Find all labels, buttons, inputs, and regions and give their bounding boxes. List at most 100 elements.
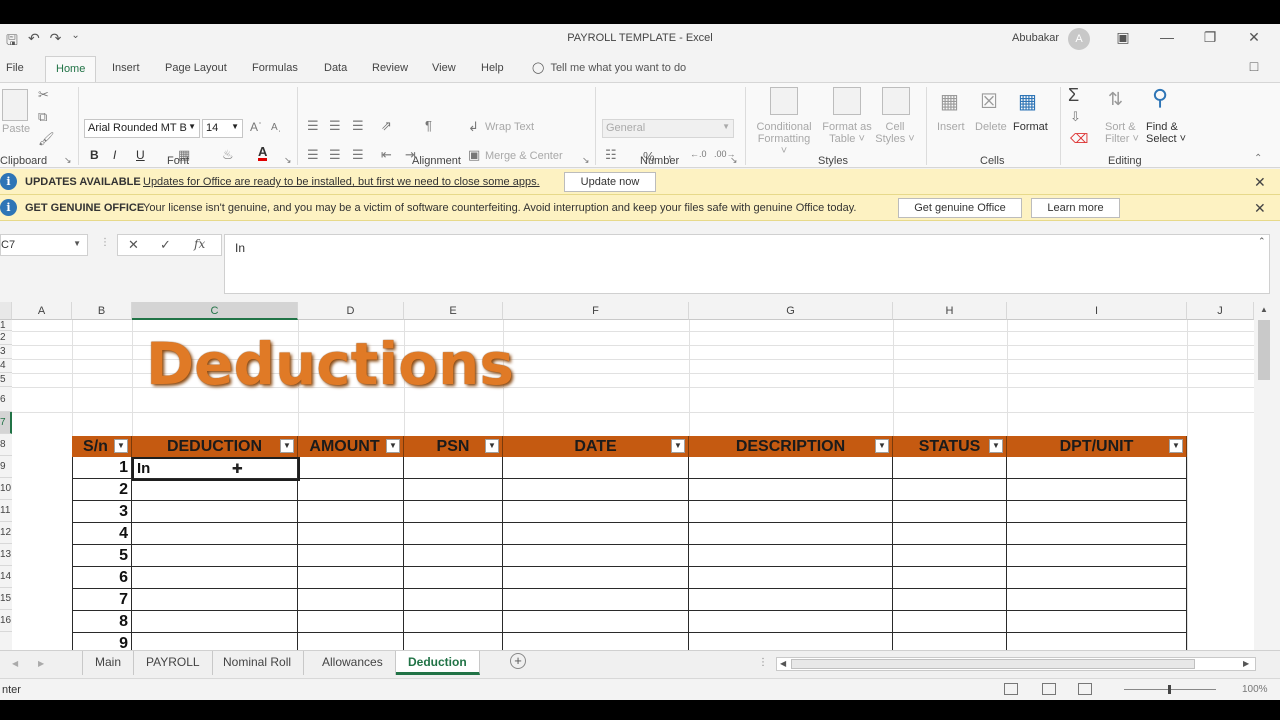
text-direction-icon[interactable]: ¶ (425, 118, 432, 133)
fill-color-icon[interactable]: ♨ (222, 147, 234, 163)
user-name[interactable]: Abubakar (1012, 32, 1059, 44)
row-header-6[interactable]: 6 (0, 387, 12, 412)
close-icon[interactable]: ✕ (1254, 200, 1266, 217)
vertical-scrollbar[interactable]: ▲ ▼ (1256, 302, 1272, 676)
table-cell[interactable] (132, 633, 298, 650)
table-cell[interactable] (893, 545, 1007, 567)
row-header-4[interactable]: 4 (0, 359, 12, 373)
table-cell[interactable] (503, 457, 689, 479)
row-header-14[interactable]: 14 (0, 566, 12, 588)
row-header-1[interactable]: 1 (0, 320, 12, 331)
table-cell[interactable] (132, 589, 298, 611)
row-header-15[interactable]: 15 (0, 588, 12, 610)
row-header-8[interactable]: 8 (0, 434, 12, 456)
tab-insert[interactable]: Insert (112, 62, 140, 74)
table-cell[interactable] (404, 633, 503, 650)
insert-function-icon[interactable]: fx (194, 237, 205, 251)
serial-cell[interactable]: 4 (72, 523, 132, 545)
table-cell[interactable] (1007, 545, 1187, 567)
column-header-b[interactable]: B (72, 302, 132, 320)
header-status[interactable]: STATUS ▼ (893, 436, 1007, 457)
autosum-icon[interactable]: Σ (1068, 85, 1079, 106)
row-header-9[interactable]: 9 (0, 456, 12, 478)
clipboard-launcher-icon[interactable]: ↘ (64, 155, 72, 166)
clear-icon[interactable]: ⌫ (1070, 131, 1088, 147)
table-cell[interactable] (893, 611, 1007, 633)
italic-button[interactable]: I (113, 148, 116, 162)
serial-cell[interactable]: 7 (72, 589, 132, 611)
restore-icon[interactable]: ❐ (1200, 29, 1220, 46)
table-cell[interactable] (503, 589, 689, 611)
table-cell[interactable] (893, 523, 1007, 545)
column-header-c[interactable]: C (132, 302, 298, 320)
align-middle-icon[interactable]: ☰ (329, 118, 341, 134)
table-cell[interactable] (404, 523, 503, 545)
table-cell[interactable] (1007, 567, 1187, 589)
table-cell[interactable] (893, 633, 1007, 650)
table-cell[interactable] (689, 611, 893, 633)
number-launcher-icon[interactable]: ↘ (730, 155, 738, 166)
table-cell[interactable] (132, 523, 298, 545)
number-format-select[interactable]: General ▼ (602, 119, 734, 138)
conditional-formatting-button[interactable]: Conditional Formatting ˅ (755, 121, 813, 157)
fill-icon[interactable]: ⇩ (1070, 109, 1081, 125)
name-box[interactable]: C7 ▼ (0, 234, 88, 256)
table-cell[interactable] (132, 479, 298, 501)
filter-dropdown-icon[interactable]: ▼ (989, 439, 1003, 453)
header-psn[interactable]: PSN ▼ (404, 436, 503, 457)
table-cell[interactable] (689, 589, 893, 611)
table-cell[interactable] (689, 457, 893, 479)
filter-dropdown-icon[interactable]: ▼ (114, 439, 128, 453)
tab-review[interactable]: Review (372, 62, 408, 74)
row-header-11[interactable]: 11 (0, 500, 12, 522)
filter-dropdown-icon[interactable]: ▼ (280, 439, 294, 453)
active-cell[interactable]: In ✚ (132, 457, 300, 481)
horizontal-scroll-thumb[interactable] (791, 659, 1195, 669)
table-cell[interactable] (689, 545, 893, 567)
row-header-12[interactable]: 12 (0, 522, 12, 544)
align-right-icon[interactable]: ☰ (352, 147, 364, 163)
page-break-view-icon[interactable] (1078, 683, 1092, 695)
decrease-font-icon[interactable]: Aˌ (271, 122, 281, 133)
orientation-icon[interactable]: ⇗ (381, 118, 392, 134)
underline-button[interactable]: U (136, 148, 145, 162)
tab-splitter-icon[interactable]: ⋮ (758, 657, 768, 668)
tab-formulas[interactable]: Formulas (252, 62, 298, 74)
filter-dropdown-icon[interactable]: ▼ (485, 439, 499, 453)
row-header-13[interactable]: 13 (0, 544, 12, 566)
tell-me-search[interactable]: ◯ Tell me what you want to do (532, 61, 686, 74)
alignment-launcher-icon[interactable]: ↘ (582, 155, 590, 166)
table-cell[interactable] (298, 611, 404, 633)
scroll-left-icon[interactable]: ◀ (780, 659, 786, 668)
table-cell[interactable] (404, 457, 503, 479)
filter-dropdown-icon[interactable]: ▼ (875, 439, 889, 453)
table-cell[interactable] (404, 501, 503, 523)
column-header-f[interactable]: F (503, 302, 689, 320)
updates-text[interactable]: Updates for Office are ready to be insta… (143, 176, 540, 188)
close-icon[interactable]: ✕ (1254, 174, 1266, 191)
table-cell[interactable] (298, 567, 404, 589)
table-cell[interactable] (404, 589, 503, 611)
table-cell[interactable] (689, 633, 893, 650)
scroll-tabs-left-icon[interactable]: ◀ (12, 659, 18, 668)
align-bottom-icon[interactable]: ☰ (352, 118, 364, 134)
tab-page-layout[interactable]: Page Layout (165, 62, 227, 74)
table-cell[interactable] (893, 457, 1007, 479)
header-sn[interactable]: S/n ▼ (72, 436, 132, 457)
select-all-corner[interactable] (0, 302, 12, 320)
table-cell[interactable] (1007, 479, 1187, 501)
cut-icon[interactable]: ✂ (38, 87, 49, 103)
close-window-icon[interactable]: ✕ (1244, 29, 1264, 46)
tab-home[interactable]: Home (45, 56, 97, 84)
table-cell[interactable] (503, 633, 689, 650)
sheet-tab-deduction[interactable]: Deduction (396, 651, 480, 675)
scroll-right-icon[interactable]: ▶ (1243, 659, 1249, 668)
serial-cell[interactable]: 2 (72, 479, 132, 501)
table-cell[interactable] (893, 589, 1007, 611)
tab-file[interactable]: File (6, 62, 24, 74)
font-name-select[interactable]: Arial Rounded MT B ▼ (84, 119, 200, 138)
serial-cell[interactable]: 6 (72, 567, 132, 589)
normal-view-icon[interactable] (1004, 683, 1018, 695)
table-cell[interactable] (689, 523, 893, 545)
row-header-16[interactable]: 16 (0, 610, 12, 632)
